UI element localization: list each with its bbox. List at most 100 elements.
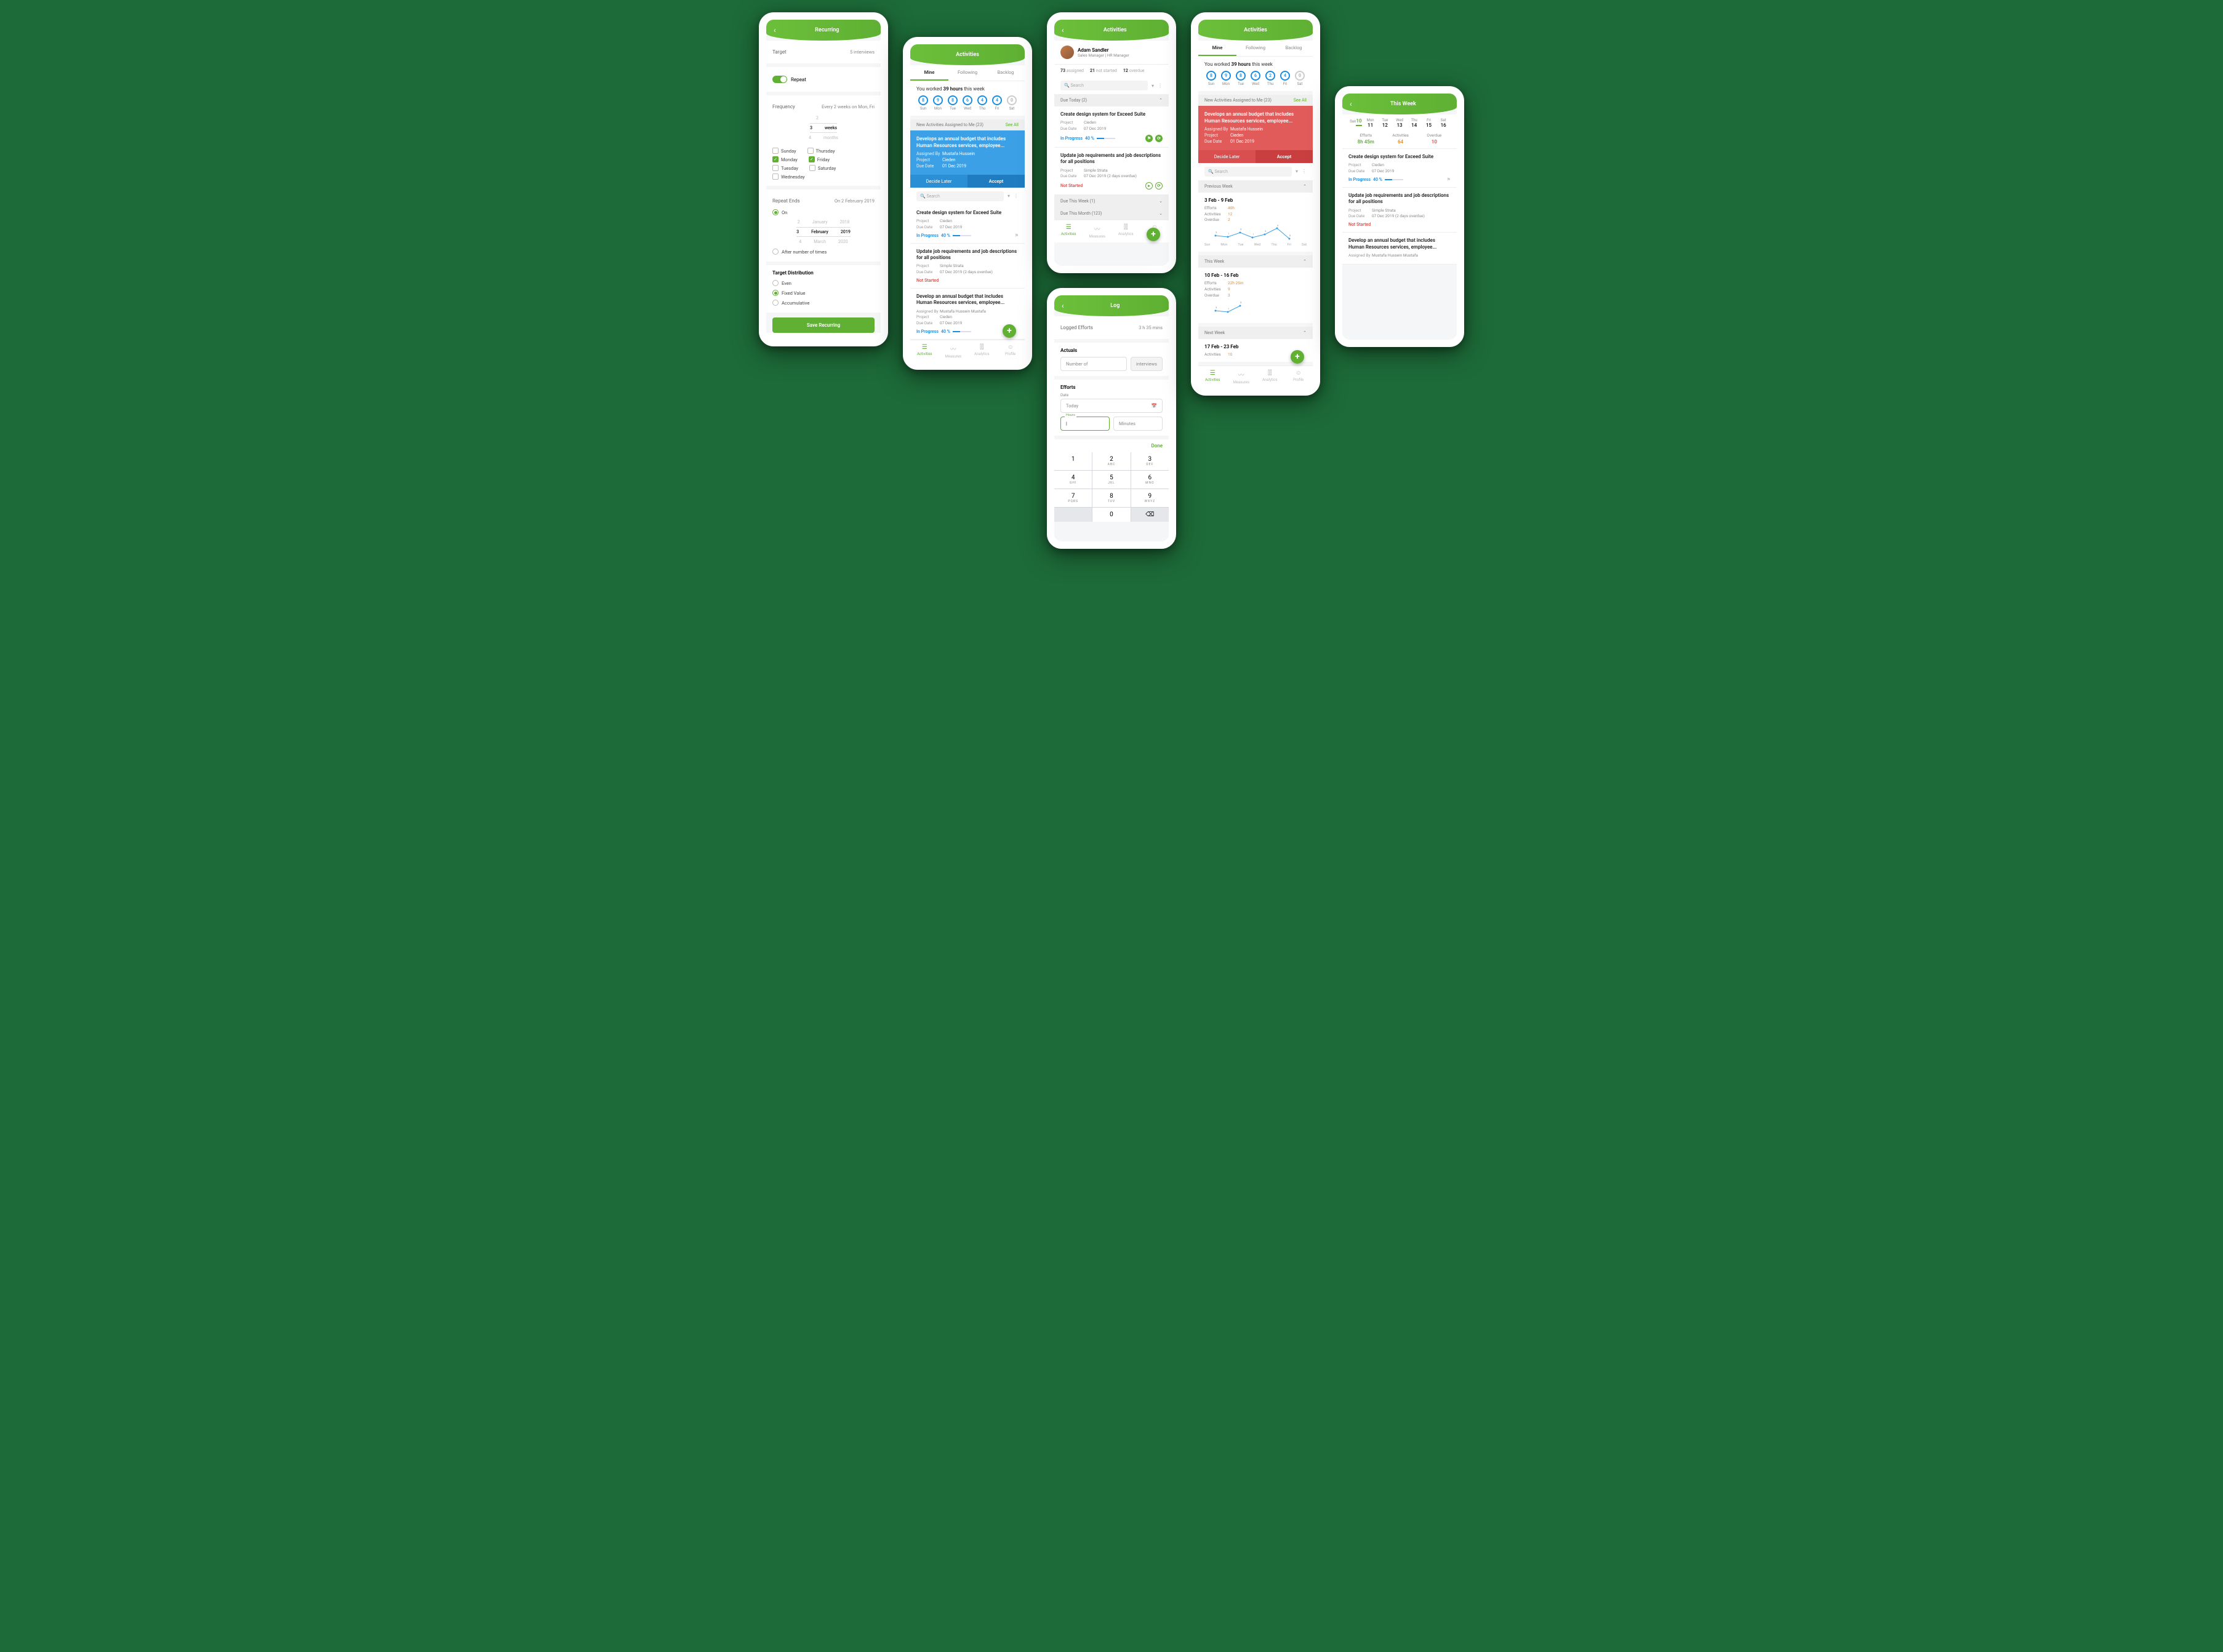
back-icon[interactable]: ‹ bbox=[1062, 301, 1064, 310]
search-input[interactable]: 🔍 Search bbox=[916, 191, 1004, 201]
collapse-due-week[interactable]: Due This Week (1)⌄ bbox=[1054, 195, 1169, 207]
keypad-key[interactable]: 1 bbox=[1054, 452, 1092, 470]
keypad-key[interactable]: 6MNO bbox=[1131, 471, 1169, 489]
nav-activities[interactable]: ☰Activities bbox=[910, 340, 939, 362]
keypad-key[interactable]: ⌫ bbox=[1131, 508, 1169, 522]
more-icon[interactable]: ⋮ bbox=[1014, 193, 1019, 199]
activity-card[interactable]: Update job requirements and job descript… bbox=[910, 244, 1025, 289]
collapse-due-today[interactable]: Due Today (2)⌃ bbox=[1054, 94, 1169, 106]
nav-analytics[interactable]: ⫿⫿Analytics bbox=[1112, 220, 1140, 242]
back-icon[interactable]: ‹ bbox=[1062, 26, 1064, 34]
activity-card[interactable]: Create design system for Exceed Suite Pr… bbox=[1054, 106, 1169, 148]
nav-measures[interactable]: 〰Measures bbox=[939, 340, 968, 362]
assigned-header: New Activities Assigned to Me (23) bbox=[916, 122, 983, 127]
activity-card[interactable]: Update job requirements and job descript… bbox=[1054, 148, 1169, 195]
notification-card: Develops an annual budget that includes … bbox=[910, 130, 1025, 175]
rss-icon[interactable]: ⟳ bbox=[1155, 182, 1163, 190]
fab-add[interactable]: + bbox=[1147, 228, 1160, 241]
number-input[interactable]: Number of bbox=[1060, 357, 1127, 371]
radio-on[interactable]: On bbox=[772, 207, 875, 217]
save-button[interactable]: Save Recurring bbox=[772, 317, 875, 333]
checkbox-sunday[interactable]: Sunday bbox=[772, 148, 796, 154]
logged-label: Logged Efforts bbox=[1060, 325, 1093, 330]
tab-mine[interactable]: Mine bbox=[1198, 41, 1236, 56]
accept-button[interactable]: Accept bbox=[967, 175, 1025, 188]
rss-icon[interactable]: ⟳ bbox=[1155, 135, 1163, 142]
back-icon[interactable]: ‹ bbox=[1350, 100, 1352, 108]
tab-following[interactable]: Following bbox=[948, 65, 987, 81]
collapse-this-week[interactable]: This Week⌃ bbox=[1198, 255, 1313, 268]
radio-after-times[interactable]: After number of times bbox=[772, 247, 875, 257]
date-input[interactable]: Today📅 bbox=[1060, 399, 1163, 413]
activity-card[interactable]: Create design system for Exceed Suite Pr… bbox=[910, 205, 1025, 244]
keypad-key[interactable]: 8TUV bbox=[1092, 489, 1130, 507]
svg-text:3: 3 bbox=[1216, 306, 1217, 309]
checkbox-wednesday[interactable]: Wednesday bbox=[772, 174, 805, 180]
filter-icon[interactable]: ▾ bbox=[1296, 169, 1298, 174]
decide-later-button[interactable]: Decide Later bbox=[910, 175, 967, 188]
activity-card[interactable]: Create design system for Exceed Suite Pr… bbox=[1342, 149, 1457, 188]
fab-add[interactable]: + bbox=[1003, 324, 1016, 338]
nav-profile[interactable]: ☺Profile bbox=[996, 340, 1025, 362]
more-icon[interactable]: ⋮ bbox=[1302, 169, 1307, 174]
radio-accumulative[interactable]: Accumulative bbox=[772, 298, 875, 308]
checkbox-saturday[interactable]: Saturday bbox=[809, 165, 836, 171]
tab-mine[interactable]: Mine bbox=[910, 65, 948, 81]
tab-backlog[interactable]: Backlog bbox=[1275, 41, 1313, 56]
search-input[interactable]: 🔍 Search bbox=[1204, 167, 1292, 177]
week-days[interactable]: Sun10Mon11Tue12Wed13Thu14Fri15Sat16 bbox=[1342, 114, 1457, 129]
back-icon[interactable]: ‹ bbox=[774, 26, 776, 34]
checkbox-thursday[interactable]: Thursday bbox=[807, 148, 835, 154]
decide-later-button[interactable]: Decide Later bbox=[1198, 150, 1256, 163]
checkbox-friday[interactable]: ✓Friday bbox=[809, 156, 830, 162]
tab-backlog[interactable]: Backlog bbox=[987, 65, 1025, 81]
keypad-key[interactable]: 2ABC bbox=[1092, 452, 1130, 470]
search-input[interactable]: 🔍 Search bbox=[1060, 81, 1148, 90]
flag-icon[interactable]: ⚑ bbox=[1015, 233, 1019, 238]
nav-measures[interactable]: 〰Measures bbox=[1227, 366, 1256, 388]
radio-fixed[interactable]: Fixed Value bbox=[772, 288, 875, 298]
accept-button[interactable]: Accept bbox=[1256, 150, 1313, 163]
play-icon[interactable]: ▸ bbox=[1145, 182, 1153, 190]
flag-icon[interactable]: ⚑ bbox=[1145, 135, 1153, 142]
keypad-key[interactable]: 0 bbox=[1092, 508, 1130, 522]
keypad-key[interactable] bbox=[1054, 508, 1092, 522]
collapse-prev-week[interactable]: Previous Week⌃ bbox=[1198, 180, 1313, 193]
see-all-link[interactable]: See All bbox=[1006, 122, 1019, 127]
actuals-label: Actuals bbox=[1060, 348, 1163, 353]
nav-analytics[interactable]: ⫿⫿Analytics bbox=[1256, 366, 1284, 388]
numeric-keypad: 12ABC3DEF 4GHI5JKL6MNO 7PQRS8TUV9WXYZ0⌫ bbox=[1054, 452, 1169, 522]
keypad-key[interactable]: 9WXYZ bbox=[1131, 489, 1169, 507]
activity-card[interactable]: Update job requirements and job descript… bbox=[1342, 188, 1457, 233]
keypad-key[interactable]: 3DEF bbox=[1131, 452, 1169, 470]
avatar[interactable] bbox=[1060, 46, 1074, 59]
nav-activities[interactable]: ☰Activities bbox=[1198, 366, 1227, 388]
activity-card[interactable]: Develop an annual budget that includes H… bbox=[1342, 233, 1457, 265]
end-date-picker[interactable]: 2January2018 3February2019 4March2020 bbox=[772, 217, 875, 247]
checkbox-tuesday[interactable]: Tuesday bbox=[772, 165, 798, 171]
collapse-next-week[interactable]: Next Week⌃ bbox=[1198, 327, 1313, 339]
minutes-input[interactable]: Minutes bbox=[1113, 417, 1163, 431]
filter-icon[interactable]: ▾ bbox=[1007, 193, 1010, 199]
see-all-link[interactable]: See All bbox=[1294, 98, 1307, 103]
keypad-key[interactable]: 4GHI bbox=[1054, 471, 1092, 489]
radio-even[interactable]: Even bbox=[772, 278, 875, 288]
flag-icon[interactable]: ⚑ bbox=[1447, 177, 1451, 182]
checkbox-monday[interactable]: ✓Monday bbox=[772, 156, 798, 162]
keypad-key[interactable]: 7PQRS bbox=[1054, 489, 1092, 507]
tab-following[interactable]: Following bbox=[1236, 41, 1275, 56]
hours-input[interactable]: Hours | bbox=[1060, 417, 1110, 431]
chevron-down-icon: ⌄ bbox=[1159, 211, 1163, 216]
more-icon[interactable]: ⋮ bbox=[1158, 83, 1163, 89]
nav-profile[interactable]: ☺Profile bbox=[1284, 366, 1313, 388]
keypad-key[interactable]: 5JKL bbox=[1092, 471, 1130, 489]
nav-analytics[interactable]: ⫿⫿Analytics bbox=[967, 340, 996, 362]
done-button[interactable]: Done bbox=[1054, 439, 1169, 452]
collapse-due-month[interactable]: Due This Month (123)⌄ bbox=[1054, 207, 1169, 220]
repeat-toggle[interactable] bbox=[772, 76, 787, 83]
filter-icon[interactable]: ▾ bbox=[1152, 83, 1154, 89]
nav-measures[interactable]: 〰Measures bbox=[1083, 220, 1112, 242]
frequency-picker[interactable]: 2 3weeks 4months bbox=[772, 113, 875, 143]
nav-activities[interactable]: ☰Activities bbox=[1054, 220, 1083, 242]
screen-this-week: ‹ This Week Sun10Mon11Tue12Wed13Thu14Fri… bbox=[1335, 86, 1464, 347]
